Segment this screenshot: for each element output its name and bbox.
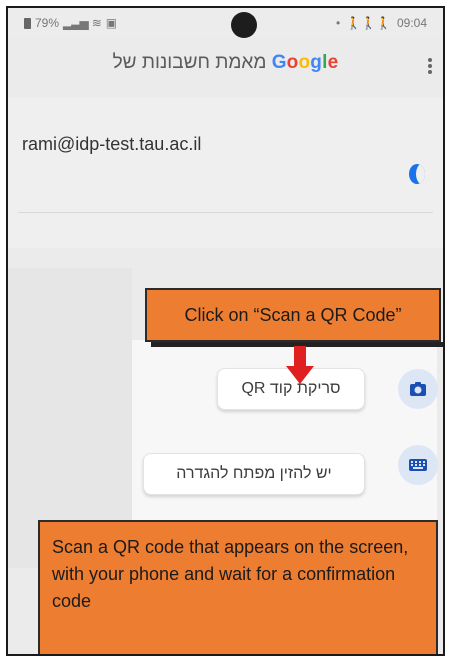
instruction-callout-bottom-text: Scan a QR code that appears on the scree…: [52, 537, 409, 611]
wifi-icon: ≋: [91, 16, 102, 30]
google-logo: Google: [271, 52, 339, 73]
dot-icon: •: [335, 16, 341, 30]
instruction-callout-bottom: Scan a QR code that appears on the scree…: [38, 520, 438, 654]
notification-icon: ▣: [105, 16, 118, 30]
clock: 09:04: [396, 16, 427, 30]
status-bar: 79% ▂▃▅ ≋ ▣ • 🚶🚶🚶 09:04: [8, 8, 443, 38]
instruction-callout-top: Click on “Scan a QR Code”: [145, 288, 443, 347]
crescent-icon: [409, 164, 425, 184]
front-camera: [231, 12, 257, 38]
battery-icon: [24, 17, 31, 29]
kebab-icon[interactable]: [427, 56, 433, 76]
divider: [18, 212, 433, 213]
app-bar: מאמת חשבונות של Google: [8, 44, 443, 94]
account-email: rami@idp-test.tau.ac.il: [22, 134, 202, 154]
camera-icon[interactable]: [398, 369, 438, 409]
instruction-callout-top-text: Click on “Scan a QR Code”: [184, 304, 402, 325]
enter-setup-key-button[interactable]: יש להזין מפתח להגדרה: [143, 453, 365, 495]
down-arrow-head: [286, 366, 314, 384]
app-title: מאמת חשבונות של Google: [8, 52, 443, 74]
enter-setup-key-label: יש להזין מפתח להגדרה: [176, 465, 332, 482]
network-icon: ▂▃▅: [63, 16, 89, 30]
app-title-text: מאמת חשבונות של: [112, 52, 267, 73]
status-left: 79% ▂▃▅ ≋ ▣: [24, 16, 117, 30]
status-right: • 🚶🚶🚶 09:04: [336, 16, 427, 30]
account-card: rami@idp-test.tau.ac.il: [8, 98, 443, 248]
screenshot-frame: 79% ▂▃▅ ≋ ▣ • 🚶🚶🚶 09:04 מאמת חשבונות של …: [6, 6, 445, 656]
walking-icon: 🚶🚶🚶: [346, 16, 391, 30]
down-arrow-icon: [294, 346, 306, 368]
battery-percentage: 79%: [35, 16, 60, 30]
keyboard-icon[interactable]: [398, 445, 438, 485]
